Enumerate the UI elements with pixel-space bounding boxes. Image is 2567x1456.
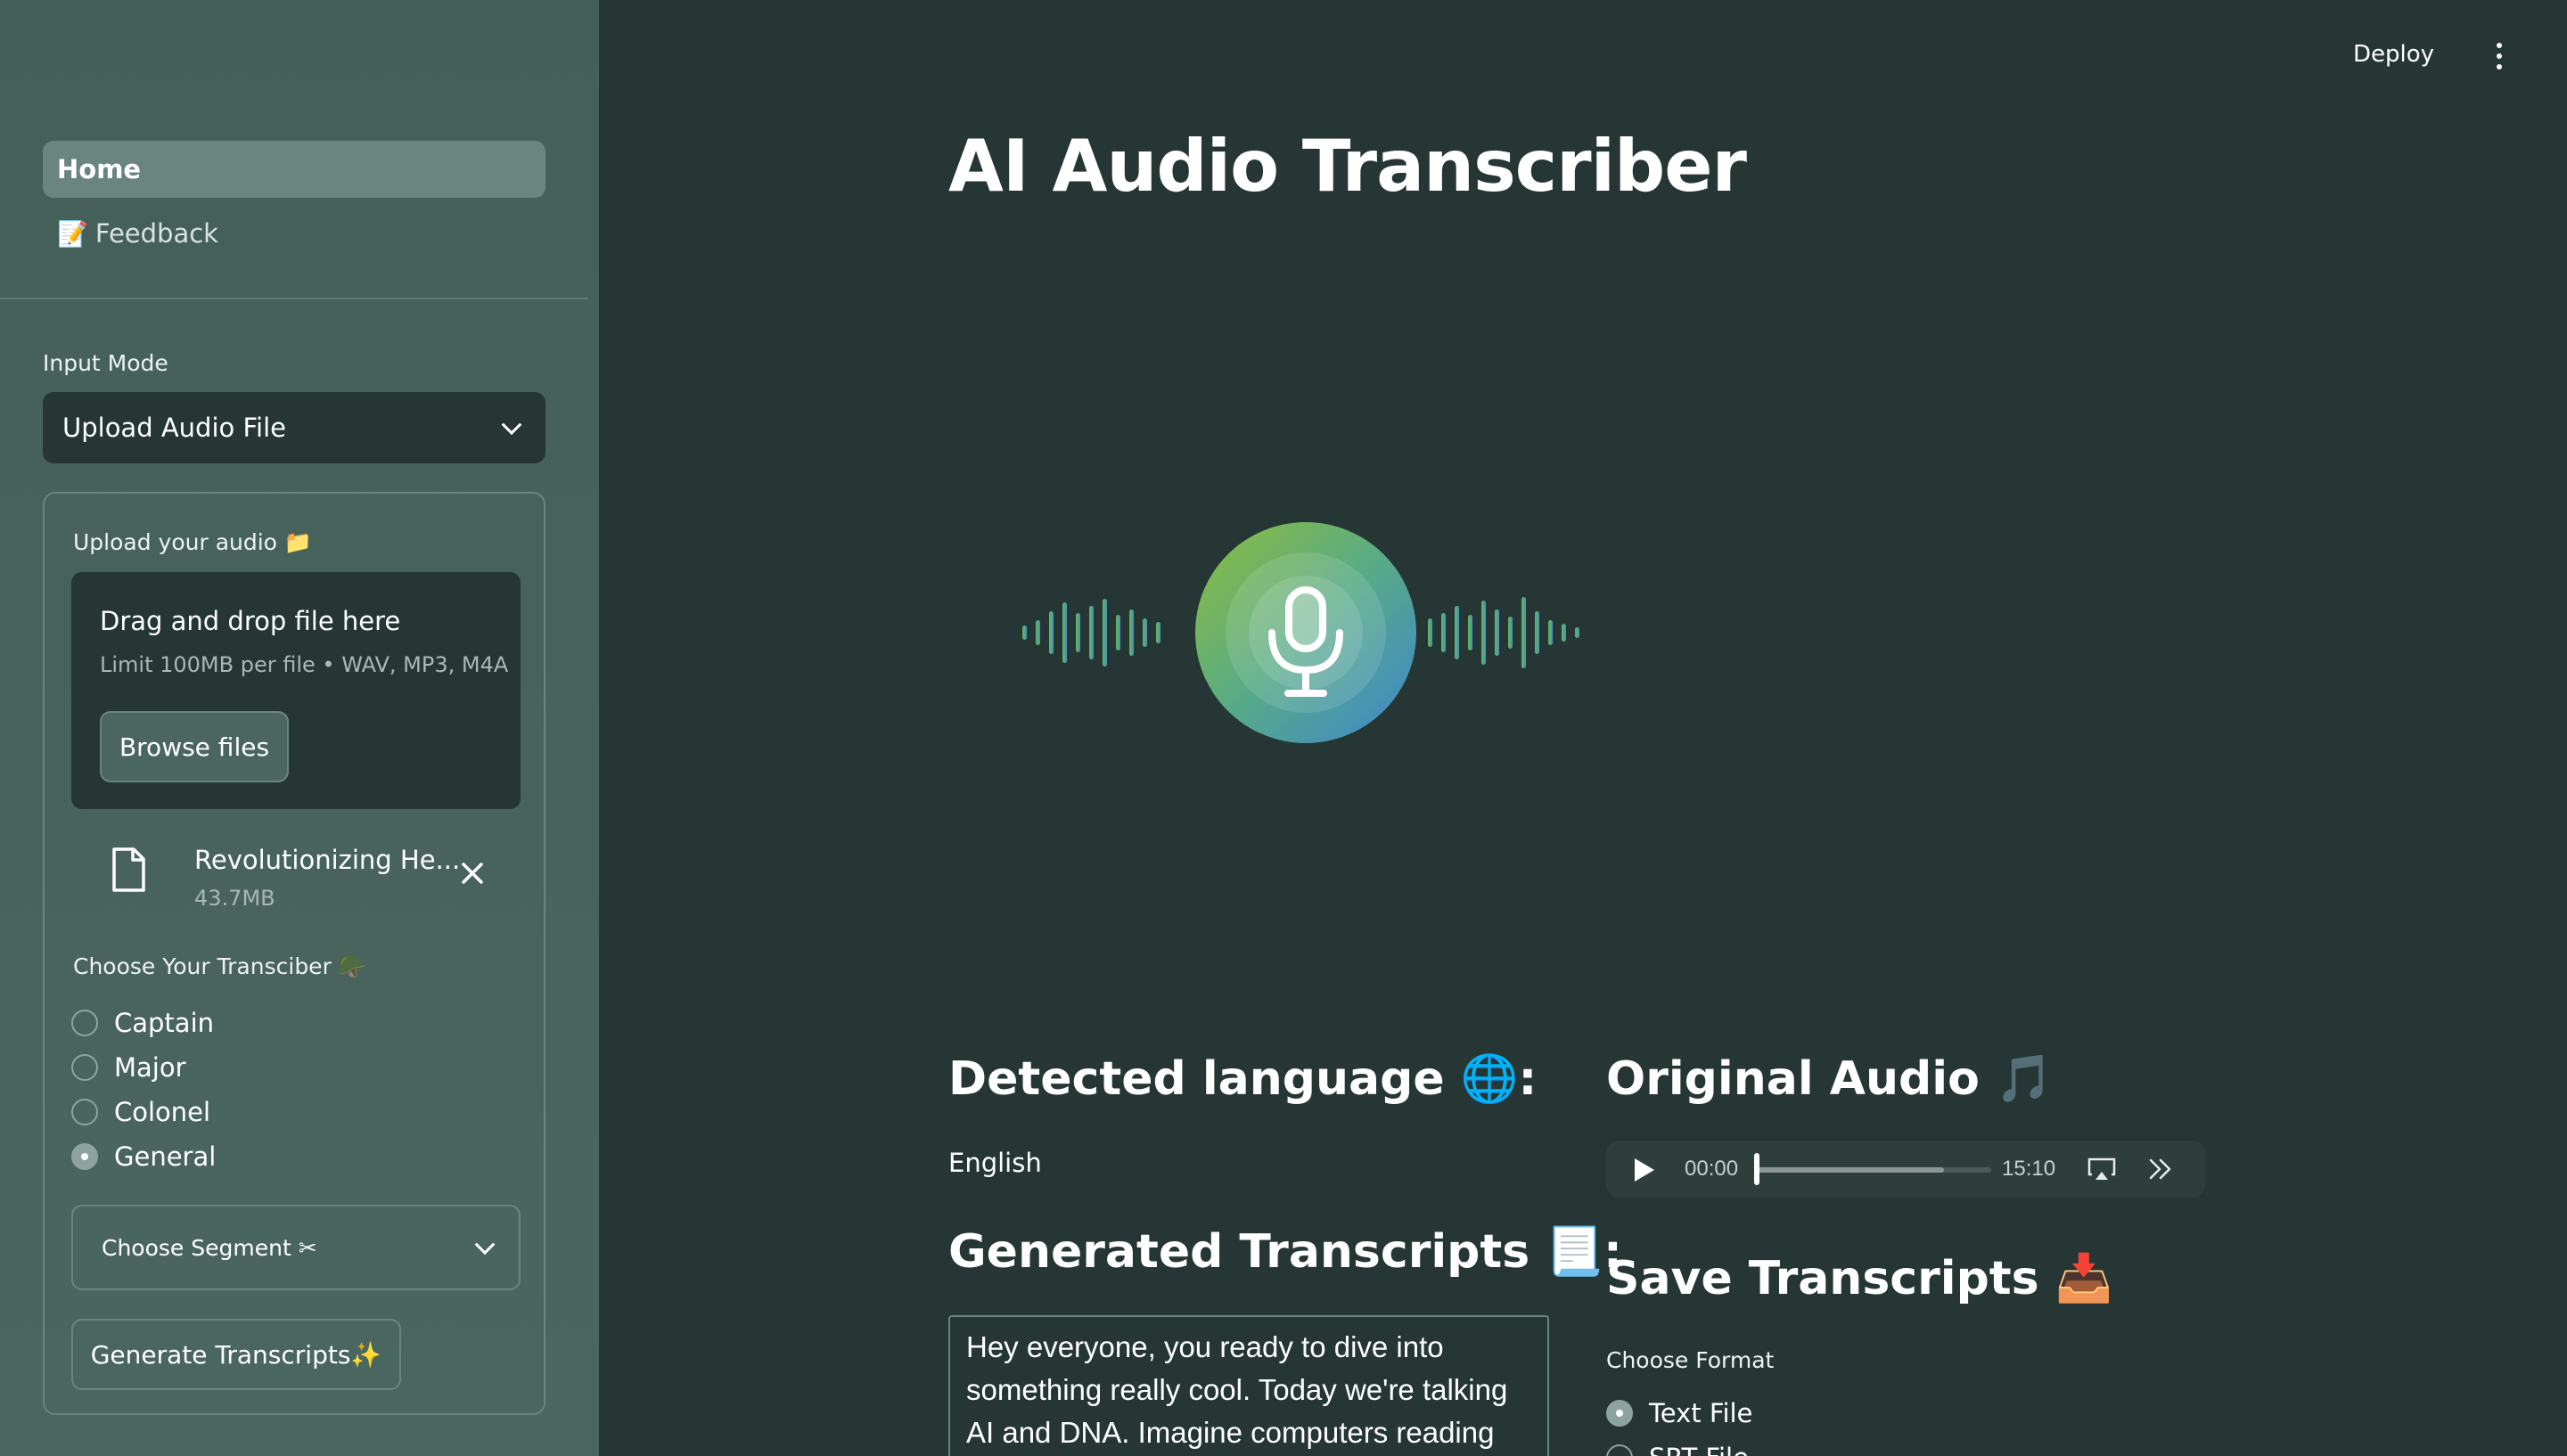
- audio-current-time: 00:00: [1685, 1157, 1739, 1181]
- radio-label: Colonel: [114, 1097, 211, 1127]
- radio-general[interactable]: General: [71, 1139, 216, 1174]
- nav-home-label: Home: [57, 154, 142, 184]
- airplay-icon[interactable]: [2087, 1157, 2116, 1182]
- radio-label: SRT File: [1649, 1443, 1749, 1456]
- segment-label: Choose Segment ✂: [102, 1234, 317, 1261]
- chevron-down-icon: [501, 414, 522, 436]
- detected-language-value: English: [948, 1148, 1042, 1178]
- memo-icon: 📝: [57, 218, 88, 249]
- upload-form: Upload your audio 📁 Drag and drop file h…: [43, 492, 545, 1415]
- radio-label: Text File: [1649, 1398, 1753, 1428]
- upload-label: Upload your audio 📁: [73, 529, 313, 555]
- audio-player: 00:00 15:10: [1606, 1141, 2205, 1198]
- radio-captain[interactable]: Captain: [71, 1005, 214, 1041]
- input-mode-value: Upload Audio File: [62, 413, 287, 443]
- nav-home[interactable]: Home: [43, 141, 545, 198]
- dropzone-title: Drag and drop file here: [100, 606, 401, 636]
- radio-text-file[interactable]: Text File: [1606, 1395, 1752, 1431]
- browse-files-button[interactable]: Browse files: [100, 711, 289, 782]
- transcriber-label: Choose Your Transciber 🪖: [73, 953, 366, 979]
- generated-transcripts-heading: Generated Transcripts 📃:: [948, 1225, 1622, 1279]
- close-icon[interactable]: [456, 857, 488, 889]
- audio-buffered: [1754, 1167, 1944, 1173]
- more-controls-icon[interactable]: [2146, 1155, 2175, 1183]
- input-mode-select[interactable]: Upload Audio File: [43, 392, 545, 463]
- format-label: Choose Format: [1606, 1347, 1775, 1373]
- nav-feedback[interactable]: 📝 Feedback: [43, 205, 545, 262]
- deploy-button[interactable]: Deploy: [2353, 41, 2434, 68]
- radio-button[interactable]: [71, 1010, 98, 1036]
- play-icon[interactable]: [1635, 1158, 1654, 1182]
- radio-major[interactable]: Major: [71, 1050, 186, 1085]
- input-mode-label: Input Mode: [43, 350, 168, 376]
- dropzone-limit: Limit 100MB per file • WAV, MP3, M4A: [100, 652, 509, 677]
- audio-duration: 15:10: [2002, 1157, 2056, 1181]
- more-menu-icon[interactable]: [2489, 43, 2510, 73]
- radio-colonel[interactable]: Colonel: [71, 1094, 210, 1130]
- uploaded-file: Revolutionizing He... 43.7MB: [71, 832, 521, 921]
- segment-select[interactable]: Choose Segment ✂: [71, 1205, 521, 1290]
- radio-srt-file[interactable]: SRT File: [1606, 1440, 1749, 1456]
- generate-transcripts-button[interactable]: Generate Transcripts✨: [71, 1319, 401, 1390]
- page-title: AI Audio Transcriber: [948, 125, 1747, 208]
- transcript-textarea[interactable]: Hey everyone, you ready to dive into som…: [948, 1315, 1549, 1456]
- chevron-down-icon: [474, 1234, 496, 1256]
- radio-label: General: [114, 1141, 217, 1172]
- file-dropzone[interactable]: Drag and drop file here Limit 100MB per …: [71, 572, 521, 809]
- sidebar: Home 📝 Feedback Input Mode Upload Audio …: [0, 0, 599, 1456]
- file-size: 43.7MB: [194, 886, 275, 911]
- save-transcripts-heading: Save Transcripts 📥: [1606, 1252, 2113, 1305]
- audio-seek-bar[interactable]: [1754, 1167, 1991, 1173]
- nav-feedback-label: Feedback: [94, 218, 218, 249]
- radio-button-selected[interactable]: [1606, 1400, 1633, 1427]
- original-audio-heading: Original Audio 🎵: [1606, 1052, 2054, 1106]
- file-name: Revolutionizing He...: [194, 845, 461, 875]
- microphone-waveform-image: [1022, 522, 1579, 743]
- radio-button-selected[interactable]: [71, 1143, 98, 1170]
- detected-language-heading: Detected language 🌐:: [948, 1052, 1538, 1106]
- file-icon: [112, 847, 145, 892]
- audio-seek-thumb[interactable]: [1754, 1153, 1759, 1185]
- radio-button[interactable]: [1606, 1444, 1633, 1456]
- radio-label: Major: [114, 1052, 186, 1083]
- radio-button[interactable]: [71, 1099, 98, 1125]
- radio-label: Captain: [114, 1008, 215, 1038]
- sidebar-divider: [0, 298, 588, 299]
- radio-button[interactable]: [71, 1054, 98, 1081]
